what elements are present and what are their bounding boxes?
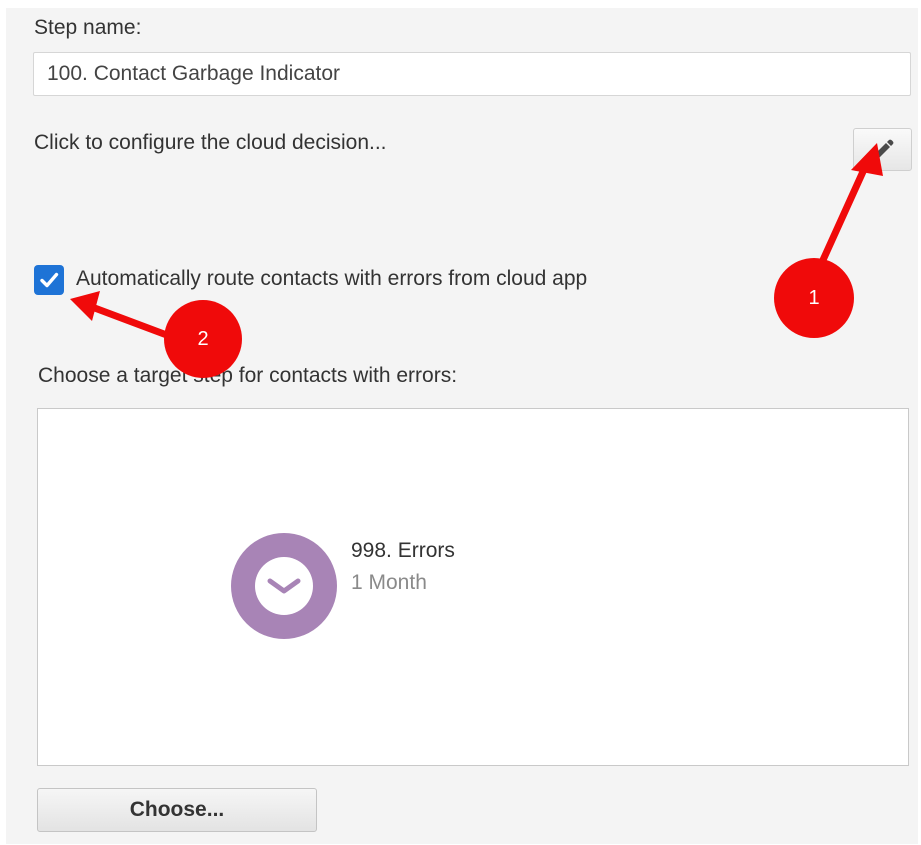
configure-cloud-decision-button[interactable] [853, 128, 912, 171]
step-name-label: Step name: [34, 16, 142, 39]
cloud-decision-prompt: Click to configure the cloud decision... [34, 131, 387, 154]
annotation-marker-2: 2 [164, 300, 242, 378]
step-title: 998. Errors [351, 539, 455, 562]
errors-step-node[interactable] [231, 533, 337, 639]
clock-icon [254, 556, 314, 616]
target-step-label: Choose a target step for contacts with e… [38, 364, 458, 387]
step-duration: 1 Month [351, 571, 427, 594]
choose-target-step-button[interactable]: Choose... [37, 788, 317, 832]
route-errors-checkbox[interactable] [34, 265, 64, 295]
route-errors-label[interactable]: Automatically route contacts with errors… [76, 267, 587, 291]
pencil-icon [870, 137, 896, 163]
checkmark-icon [38, 269, 60, 291]
step-name-input[interactable]: 100. Contact Garbage Indicator [33, 52, 911, 96]
annotation-marker-1: 1 [774, 258, 854, 338]
target-step-canvas: 998. Errors 1 Month [37, 408, 909, 766]
